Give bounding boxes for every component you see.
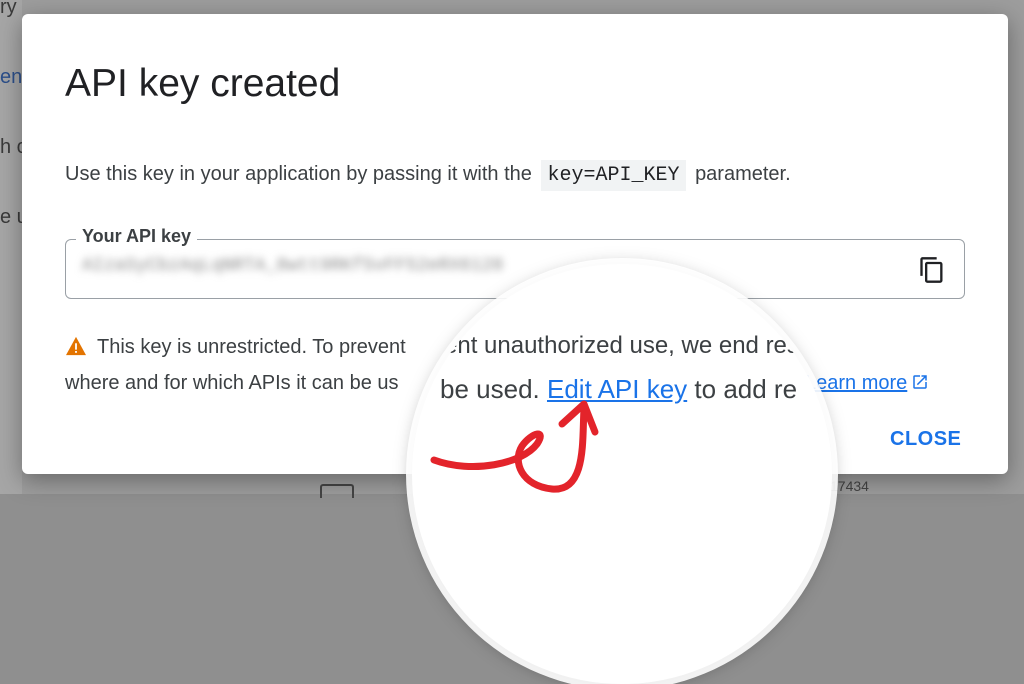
warning-text-line2: where and for which APIs it can be us	[65, 372, 399, 394]
background-checkbox	[320, 484, 354, 498]
warning-message: This key is unrestricted. To prevent	[65, 336, 406, 362]
close-button[interactable]: CLOSE	[882, 424, 969, 455]
magnifier-callout: ent unauthorized use, we end restricting…	[412, 264, 832, 684]
warning-text: This key is unrestricted. To prevent	[97, 336, 406, 358]
background-text: ry	[0, 0, 17, 18]
red-arrow-annotation	[430, 400, 599, 493]
external-link-icon	[911, 373, 929, 397]
background-number: 17434	[830, 478, 869, 494]
dialog-description: Use this key in your application by pass…	[65, 160, 791, 191]
copy-icon[interactable]	[918, 256, 946, 284]
dialog-title: API key created	[65, 62, 341, 105]
description-text: Use this key in your application by pass…	[65, 163, 532, 185]
warning-icon	[65, 336, 87, 362]
background-link: en	[0, 66, 23, 88]
code-snippet: key=API_KEY	[541, 160, 686, 191]
api-key-field-label: Your API key	[76, 226, 198, 247]
description-text: parameter.	[695, 163, 791, 185]
